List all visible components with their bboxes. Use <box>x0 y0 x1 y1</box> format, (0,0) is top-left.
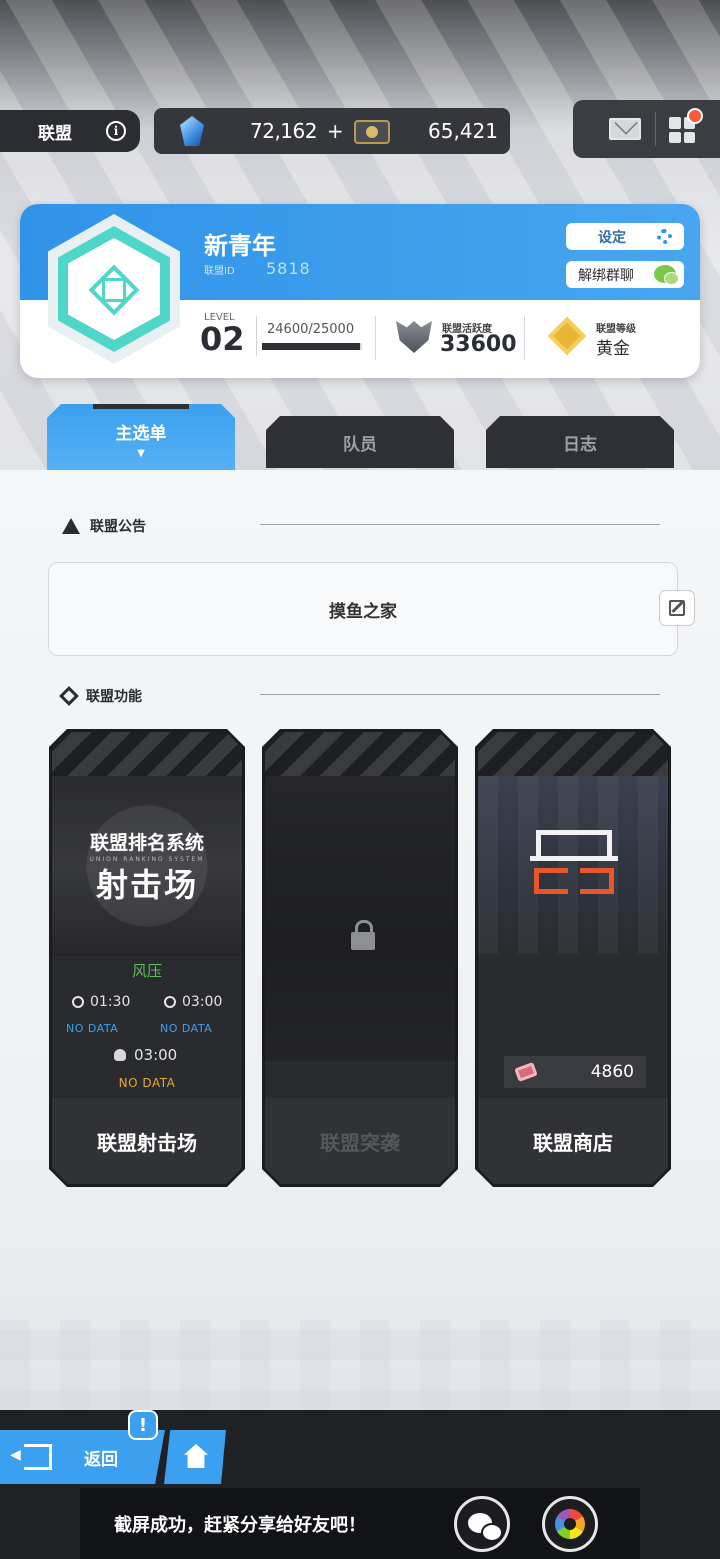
hazard-stripe <box>52 732 242 776</box>
wind-pressure-label: 风压 <box>131 962 162 980</box>
diamond-icon <box>59 686 79 706</box>
shooting-range-card[interactable]: 联盟排名系统 UNION RANKING SYSTEM 射击场 风压 01:30… <box>49 729 245 1187</box>
raid-label: 联盟突袭 <box>265 1098 455 1184</box>
gear-icon <box>657 229 672 244</box>
exp-text: 24600/25000 <box>267 322 355 337</box>
shooting-range-label: 联盟射击场 <box>52 1098 242 1184</box>
features-title: 联盟功能 <box>86 689 142 705</box>
alarm-clock-icon <box>72 996 84 1008</box>
exp-progress-fill <box>262 343 361 350</box>
no-data-2: NO DATA <box>160 1022 213 1035</box>
divider <box>256 316 257 356</box>
settings-button-label: 设定 <box>598 229 626 246</box>
alliance-card: 新青年 联盟ID 5818 设定 解绑群聊 LEVEL 02 24600/250… <box>20 204 700 378</box>
notification-dot <box>687 108 703 124</box>
screenshot-toast: 截屏成功，赶紧分享给好友吧！ <box>80 1488 640 1559</box>
rank-badge-icon <box>547 316 587 356</box>
hazard-stripe <box>265 732 455 776</box>
shop-currency-value: 4860 <box>590 1062 634 1082</box>
no-data-1: NO DATA <box>66 1022 119 1035</box>
share-moments-icon[interactable] <box>542 1496 598 1552</box>
alliance-id-label: 联盟ID <box>204 266 235 277</box>
alliance-name: 新青年 <box>204 232 276 260</box>
notice-section-title: 联盟公告 <box>62 516 146 536</box>
shop-label: 联盟商店 <box>478 1098 668 1184</box>
tab-label: 队员 <box>343 434 377 455</box>
edit-icon <box>669 600 685 616</box>
tab-log[interactable]: 日志 <box>486 416 674 468</box>
features-section-title: 联盟功能 <box>59 686 142 706</box>
gem-count: 72,162 + <box>250 119 344 143</box>
toast-message: 截屏成功，赶紧分享给好友吧！ <box>114 1514 366 1536</box>
lock-icon <box>351 932 375 950</box>
divider <box>260 694 660 695</box>
gem-icon <box>180 116 204 146</box>
exp-progress-bar <box>262 343 362 350</box>
tab-label: 主选单 <box>115 424 167 444</box>
shop-logo-icon <box>530 830 618 896</box>
settings-button[interactable]: 设定 <box>566 223 684 250</box>
skull-icon <box>114 1049 126 1061</box>
shop-card[interactable]: 4860 联盟商店 <box>475 729 671 1187</box>
ticket-icon <box>354 120 390 144</box>
breadcrumb-label: 联盟 <box>38 123 72 144</box>
activity-shield-icon <box>396 321 432 353</box>
tab-label: 日志 <box>563 434 597 455</box>
notice-title: 联盟公告 <box>90 519 146 535</box>
mail-icon[interactable] <box>609 118 641 140</box>
top-right-menu <box>573 100 720 158</box>
edit-notice-button[interactable] <box>659 590 695 626</box>
home-button[interactable] <box>164 1430 226 1484</box>
no-data-3: NO DATA <box>118 1076 176 1090</box>
divider <box>655 112 656 146</box>
tab-members[interactable]: 队员 <box>266 416 454 468</box>
breadcrumb: 联盟 i <box>0 110 140 152</box>
divider <box>375 316 376 360</box>
divider <box>260 524 660 525</box>
info-icon[interactable]: i <box>106 121 126 141</box>
range-art-title: 联盟排名系统 <box>89 832 204 854</box>
checker-pattern <box>0 1320 720 1420</box>
wechat-icon <box>654 265 679 285</box>
alliance-id-value: 5818 <box>266 259 311 278</box>
chevron-down-icon: ▼ <box>137 448 145 459</box>
raid-art <box>265 776 455 1061</box>
timer-3: 03:00 <box>114 1046 177 1064</box>
notice-content: 摸鱼之家 <box>48 562 678 656</box>
rank-label: 联盟等级 <box>596 324 636 335</box>
timer-2: 03:00 <box>164 994 222 1010</box>
back-icon <box>10 1444 52 1470</box>
range-art-main: 射击场 <box>95 866 198 904</box>
home-icon <box>184 1444 208 1468</box>
tab-main-menu[interactable]: 主选单 ▼ <box>47 404 235 470</box>
alert-badge[interactable]: ! <box>128 1410 158 1440</box>
ticket-count: 65,421 <box>428 119 498 143</box>
rank-value: 黄金 <box>596 339 630 359</box>
activity-value: 33600 <box>440 332 517 357</box>
hazard-stripe <box>478 732 668 776</box>
timer-1: 01:30 <box>72 994 130 1010</box>
unbind-group-chat-button[interactable]: 解绑群聊 <box>566 261 684 288</box>
alarm-clock-icon <box>164 996 176 1008</box>
currency-bar: 72,162 + 65,421 <box>154 108 510 154</box>
unbind-button-label: 解绑群聊 <box>578 267 634 284</box>
alliance-coin-icon <box>514 1062 538 1082</box>
level-value: 02 <box>200 320 245 358</box>
share-wechat-icon[interactable] <box>454 1496 510 1552</box>
warning-icon <box>62 518 80 534</box>
back-button-label: 返回 <box>84 1449 118 1470</box>
shop-currency: 4860 <box>504 1056 646 1088</box>
add-gems-button[interactable]: + <box>327 119 344 143</box>
gem-count-value: 72,162 <box>250 119 317 143</box>
divider <box>524 316 525 360</box>
raid-card[interactable]: 联盟突袭 <box>262 729 458 1187</box>
